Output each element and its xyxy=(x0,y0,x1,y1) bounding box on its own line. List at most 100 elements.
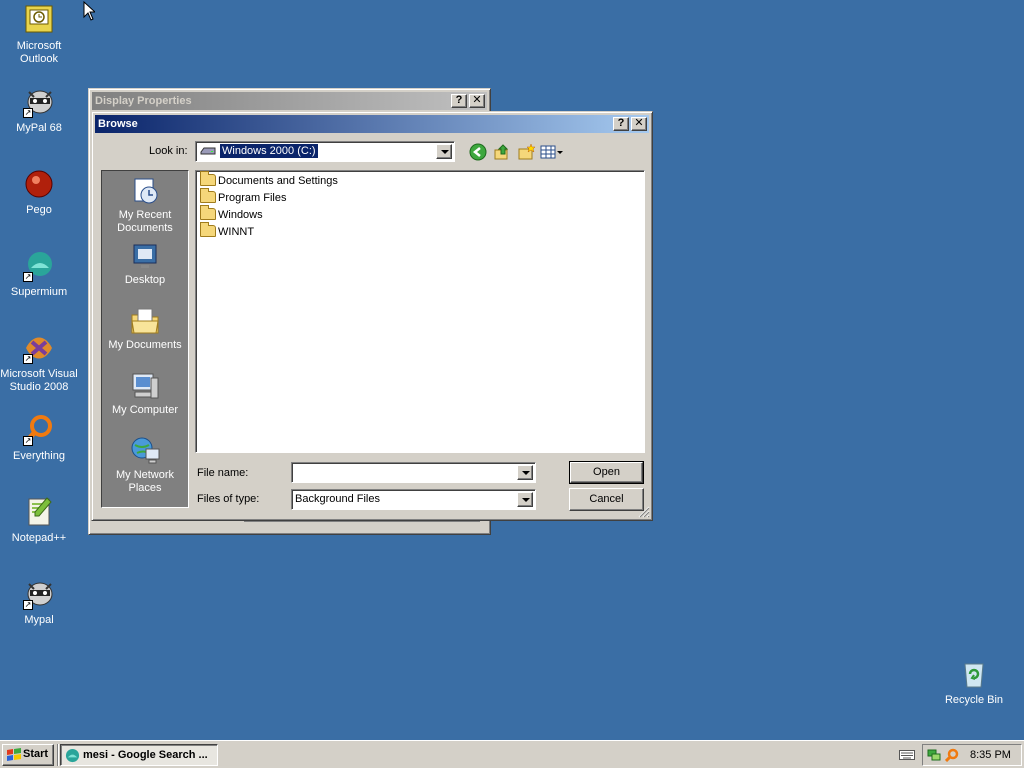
open-button-face: Open xyxy=(570,462,643,483)
start-label: Start xyxy=(23,748,49,760)
list-item[interactable]: Windows xyxy=(198,205,642,224)
desktop-icon-label: Supermium xyxy=(10,286,68,298)
mouse-cursor-icon xyxy=(83,1,95,21)
file-name: Windows xyxy=(218,209,263,221)
help-button[interactable]: ? xyxy=(451,94,467,108)
recycle-bin-icon xyxy=(958,658,990,690)
network-tray-icon[interactable] xyxy=(927,748,941,762)
browse-dialog: Browse ? ✕ Look in: Windows 2000 (C:) My… xyxy=(91,111,653,521)
look-in-value: Windows 2000 (C:) xyxy=(219,143,319,159)
cancel-button[interactable]: Cancel xyxy=(569,488,644,511)
my-documents-icon xyxy=(129,305,161,337)
mypal-icon: ↗ xyxy=(23,86,55,118)
windows-logo-icon xyxy=(7,748,21,761)
folder-icon xyxy=(200,205,216,220)
browse-titlebar[interactable]: Browse ? ✕ xyxy=(95,115,649,133)
desktop-icon-label: Notepad++ xyxy=(11,532,67,544)
window-title: Browse xyxy=(98,118,138,130)
desktop-icon-notepadpp[interactable]: Notepad++ xyxy=(0,496,78,545)
chevron-down-icon[interactable] xyxy=(436,144,452,159)
shortcut-arrow-icon: ↗ xyxy=(23,272,33,282)
places-item-recent-documents[interactable]: My Recent Documents xyxy=(102,175,188,235)
file-name: WINNT xyxy=(218,226,255,238)
back-arrow-icon xyxy=(469,143,487,161)
shortcut-arrow-icon: ↗ xyxy=(23,600,33,610)
folder-up-icon xyxy=(494,144,509,160)
list-item[interactable]: Documents and Settings xyxy=(198,171,642,190)
system-tray: 8:35 PM xyxy=(922,744,1022,766)
desktop-icon-visual-studio[interactable]: ↗ Microsoft Visual Studio 2008 xyxy=(0,332,78,394)
desktop-icon-mypal[interactable]: ↗ Mypal xyxy=(0,578,78,627)
close-button[interactable]: ✕ xyxy=(469,94,485,108)
files-of-type-dropdown[interactable]: Background Files xyxy=(291,489,536,510)
places-bar: My Recent Documents Desktop My Documents… xyxy=(101,170,189,508)
shortcut-arrow-icon: ↗ xyxy=(23,354,33,364)
places-item-label: My Network Places xyxy=(115,469,175,494)
desktop-icon-outlook[interactable]: Microsoft Outlook xyxy=(0,4,78,66)
places-item-network-places[interactable]: My Network Places xyxy=(102,435,188,495)
list-item[interactable]: WINNT xyxy=(198,222,642,241)
supermium-icon: ↗ xyxy=(23,250,55,282)
keyboard-icon[interactable] xyxy=(899,749,915,761)
recent-documents-icon xyxy=(129,175,161,207)
desktop-icon-recycle-bin[interactable]: Recycle Bin xyxy=(935,658,1013,707)
outlook-icon xyxy=(23,4,55,36)
places-item-label: My Documents xyxy=(108,339,182,351)
places-item-my-documents[interactable]: My Documents xyxy=(102,305,188,352)
file-name-label: File name: xyxy=(197,467,249,479)
network-places-icon xyxy=(129,435,161,467)
desktop-icon-label: MyPal 68 xyxy=(16,122,62,134)
close-button[interactable]: ✕ xyxy=(631,117,647,131)
mypal-icon: ↗ xyxy=(23,578,55,610)
file-name-field[interactable] xyxy=(291,462,536,483)
taskbar-button-mesi[interactable]: mesi - Google Search ... xyxy=(60,744,218,766)
notepadpp-icon xyxy=(23,496,55,528)
taskbar: Start mesi - Google Search ... 8:35 PM xyxy=(0,740,1024,768)
places-item-desktop[interactable]: Desktop xyxy=(102,240,188,287)
chevron-down-icon[interactable] xyxy=(517,465,533,480)
everything-tray-icon[interactable] xyxy=(945,748,959,762)
shortcut-arrow-icon: ↗ xyxy=(23,436,33,446)
view-menu-button[interactable] xyxy=(540,143,564,161)
folder-icon xyxy=(200,188,216,203)
shortcut-arrow-icon: ↗ xyxy=(23,108,33,118)
back-button[interactable] xyxy=(469,143,487,161)
taskbar-button-label: mesi - Google Search ... xyxy=(83,749,208,761)
places-item-my-computer[interactable]: My Computer xyxy=(102,370,188,417)
desktop-icon-supermium[interactable]: ↗ Supermium xyxy=(0,250,78,299)
list-item[interactable]: Program Files xyxy=(198,188,642,207)
desktop-icon-label: Pego xyxy=(26,204,52,216)
drive-icon xyxy=(200,147,216,155)
file-name: Documents and Settings xyxy=(218,175,338,187)
help-button[interactable]: ? xyxy=(613,117,629,131)
open-button[interactable]: Open xyxy=(569,461,644,484)
desktop-icon xyxy=(129,240,161,272)
supermium-icon xyxy=(65,748,80,763)
desktop-icon-label: Microsoft Outlook xyxy=(16,40,62,65)
new-folder-icon xyxy=(518,143,536,160)
up-one-level-button[interactable] xyxy=(493,143,511,161)
clock[interactable]: 8:35 PM xyxy=(970,749,1011,761)
desktop-icon-label: Everything xyxy=(13,450,65,462)
new-folder-button[interactable] xyxy=(517,143,536,161)
places-item-label: Desktop xyxy=(124,274,166,286)
display-properties-titlebar[interactable]: Display Properties ? ✕ xyxy=(92,92,487,110)
everything-icon: ↗ xyxy=(23,414,55,446)
desktop-icon-mypal-68[interactable]: ↗ MyPal 68 xyxy=(0,86,78,135)
chevron-down-icon[interactable] xyxy=(517,492,533,507)
view-menu-icon xyxy=(540,145,563,159)
file-list[interactable]: Documents and Settings Program Files Win… xyxy=(195,170,645,453)
visual-studio-icon: ↗ xyxy=(23,332,55,364)
folder-icon xyxy=(200,171,216,186)
look-in-dropdown[interactable]: Windows 2000 (C:) xyxy=(195,141,455,162)
window-title: Display Properties xyxy=(95,95,192,107)
size-grip-icon[interactable] xyxy=(638,506,650,518)
file-name: Program Files xyxy=(218,192,287,204)
start-button[interactable]: Start xyxy=(2,744,54,766)
desktop-icon-pego[interactable]: Pego xyxy=(0,168,78,217)
files-of-type-value: Background Files xyxy=(295,493,380,505)
desktop-icon-everything[interactable]: ↗ Everything xyxy=(0,414,78,463)
places-item-label: My Recent Documents xyxy=(117,209,173,234)
folder-icon xyxy=(200,222,216,237)
pego-icon xyxy=(23,168,55,200)
